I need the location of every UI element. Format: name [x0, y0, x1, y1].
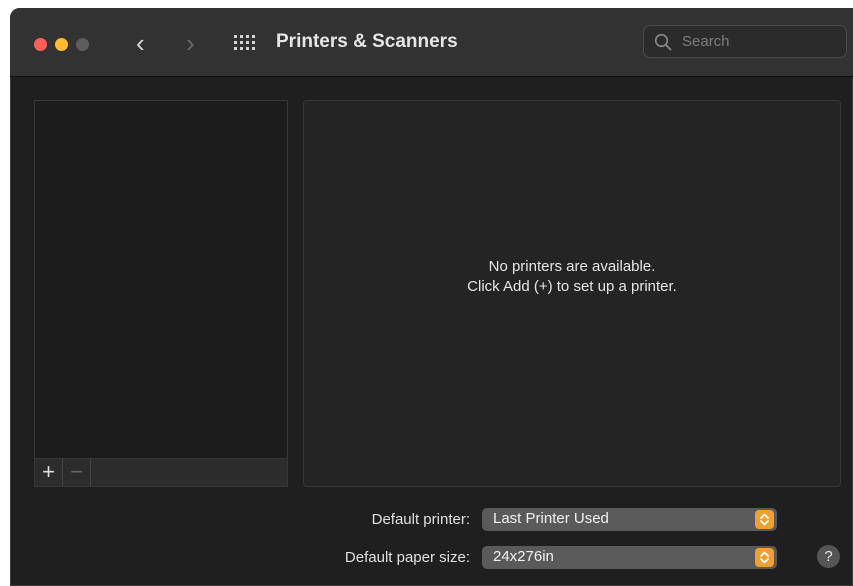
empty-state-line-2: Click Add (+) to set up a printer.: [467, 278, 677, 295]
remove-printer-button[interactable]: −: [63, 459, 91, 486]
default-paper-size-value: 24x276in: [493, 548, 554, 565]
zoom-button: [76, 38, 89, 51]
default-printer-popup[interactable]: Last Printer Used: [482, 508, 777, 531]
chevron-updown-icon: [755, 510, 774, 529]
close-button[interactable]: [34, 38, 47, 51]
search-field[interactable]: Search: [643, 25, 847, 58]
window-title: Printers & Scanners: [276, 31, 458, 52]
back-button[interactable]: ‹: [136, 28, 145, 58]
add-printer-button[interactable]: +: [35, 459, 63, 486]
minimize-button[interactable]: [55, 38, 68, 51]
default-printer-label: Default printer:: [371, 511, 470, 528]
default-paper-size-label: Default paper size:: [344, 549, 470, 566]
default-printer-value: Last Printer Used: [493, 510, 609, 527]
printer-list-toolbar: + −: [34, 458, 288, 487]
printer-detail-panel: No printers are available. Click Add (+)…: [303, 100, 841, 487]
default-paper-size-popup[interactable]: 24x276in: [482, 546, 777, 569]
printer-list[interactable]: [34, 100, 288, 487]
search-icon: [654, 33, 672, 51]
search-placeholder: Search: [682, 33, 730, 50]
chevron-updown-icon: [755, 548, 774, 567]
empty-state-line-1: No printers are available.: [488, 258, 656, 275]
title-bar: ‹ › Printers & Scanners Search: [10, 8, 853, 77]
empty-state-message: No printers are available. Click Add (+)…: [304, 257, 840, 297]
help-button[interactable]: ?: [817, 545, 840, 568]
forward-button[interactable]: ›: [186, 28, 195, 58]
grid-icon[interactable]: [234, 34, 256, 52]
preferences-window: ‹ › Printers & Scanners Search + − No pr…: [10, 8, 853, 586]
